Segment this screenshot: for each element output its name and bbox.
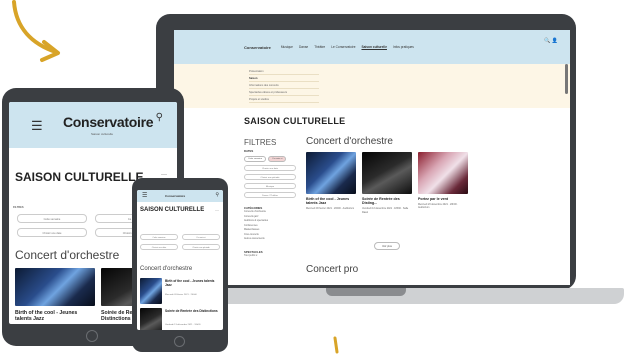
site-logo[interactable]: Conservatoire bbox=[244, 45, 271, 50]
tablet-logo-sub: Saison culturelle bbox=[91, 132, 114, 136]
event-title[interactable]: Soirée de Rentrée des Disting... bbox=[362, 197, 412, 205]
chip-this-month[interactable]: Ce mois-ci bbox=[268, 156, 287, 162]
dropdown-item[interactable]: Projets et studios bbox=[249, 96, 319, 103]
dropdown-item[interactable]: Spectacles élèves et professeurs bbox=[249, 89, 319, 96]
event-meta: Vendredi 13 décembre 2021 · 18h30 · Sall… bbox=[362, 207, 409, 214]
event-image bbox=[306, 152, 356, 194]
event-title[interactable]: Portez par le vent bbox=[418, 197, 468, 201]
event-image[interactable] bbox=[140, 278, 162, 304]
page-title: SAISON CULTURELLE bbox=[244, 116, 346, 126]
event-image[interactable] bbox=[15, 268, 95, 306]
category-item[interactable]: Autres événements bbox=[244, 237, 296, 242]
section-title-2: Concert pro bbox=[306, 264, 359, 275]
filter-pill[interactable]: Ce mois-ci bbox=[182, 234, 220, 240]
hamburger-icon[interactable]: ☰ bbox=[142, 192, 147, 199]
event-title[interactable]: Birth of the cool - Jeunes talents Jazz bbox=[306, 197, 356, 205]
hamburger-icon[interactable]: ☰ bbox=[31, 118, 43, 134]
curved-arrow-icon bbox=[12, 0, 60, 62]
phone-logo[interactable]: Conservatoire bbox=[165, 194, 185, 198]
event-title[interactable]: Birth of the cool - Jeunes talents Jazz bbox=[15, 310, 95, 322]
nav-item-theatre[interactable]: Théâtre bbox=[314, 45, 325, 49]
header-tools[interactable]: 🔍 👤 bbox=[544, 38, 558, 44]
tablet-header: ☰ Conservatoire Saison culturelle ⚲ bbox=[9, 102, 177, 148]
event-card[interactable]: Soirée de Rentrée des Disting... Vendred… bbox=[362, 152, 412, 214]
phone-page-title: SAISON CULTURELLE bbox=[140, 207, 205, 213]
event-meta: Mercredi 03 février 2021 · 20h00 · Audit… bbox=[306, 207, 355, 211]
dropdown-item[interactable]: Présentation bbox=[249, 68, 319, 75]
filter-pill[interactable]: Choisir une date bbox=[140, 244, 178, 250]
laptop-screen: Conservatoire Musique Danse Théâtre Le C… bbox=[174, 30, 570, 285]
event-card[interactable]: Birth of the cool - Jeunes talents Jazz … bbox=[306, 152, 356, 214]
phone-frame: ☰ Conservatoire ⚲ SAISON CULTURELLE — Ce… bbox=[132, 178, 228, 352]
filter-pill[interactable]: Cette semaine bbox=[140, 234, 178, 240]
event-image[interactable] bbox=[140, 308, 162, 330]
filter-pill[interactable]: Cette semaine bbox=[17, 214, 87, 223]
search-icon[interactable]: ⚲ bbox=[215, 192, 219, 198]
event-title[interactable]: Birth of the cool - Jeunes talents Jazz bbox=[165, 279, 219, 288]
event-meta: Vendredi 13 décembre 2021 · 18h30 bbox=[165, 324, 201, 326]
nav-item-danse[interactable]: Danse bbox=[299, 45, 308, 49]
filter-pill[interactable]: Choisir une date bbox=[244, 165, 296, 171]
home-button[interactable] bbox=[174, 336, 185, 347]
chip-this-week[interactable]: Cette semaine bbox=[244, 156, 267, 162]
nav-item-conservatoire[interactable]: Le Conservatoire bbox=[331, 45, 355, 49]
nav-dropdown: Présentation Saison Informations des con… bbox=[174, 64, 570, 108]
dates-label: DATES bbox=[244, 149, 254, 153]
tablet-section-title: Concert d'orchestre bbox=[15, 248, 120, 262]
filter-pill[interactable]: Choisir une date bbox=[17, 228, 87, 237]
filter-pill[interactable]: Musique bbox=[244, 183, 296, 189]
chevron-down-icon[interactable]: — bbox=[215, 207, 219, 212]
nav-item-infos[interactable]: Infos pratiques bbox=[393, 45, 414, 49]
phone-screen: ☰ Conservatoire ⚲ SAISON CULTURELLE — Ce… bbox=[137, 190, 223, 330]
tablet-filter-label: FILTRES bbox=[13, 206, 24, 209]
scrollbar[interactable] bbox=[565, 64, 568, 94]
home-button[interactable] bbox=[86, 330, 98, 342]
search-icon[interactable]: ⚲ bbox=[156, 112, 163, 123]
tablet-page-title: SAISON CULTURELLE bbox=[15, 170, 144, 184]
event-image bbox=[362, 152, 412, 194]
event-card[interactable]: Portez par le vent Mercredi 23 décembre … bbox=[418, 152, 468, 214]
event-meta: Mercredi 23 décembre 2021 · 20h00 · Audi… bbox=[418, 203, 459, 210]
filters-panel: FILTRES DATES Cette semaine Ce mois-ci C… bbox=[244, 138, 296, 258]
section-title: Concert d'orchestre bbox=[306, 136, 393, 147]
phone-header: ☰ Conservatoire ⚲ bbox=[137, 190, 223, 202]
nav-item-saison[interactable]: Saison culturelle bbox=[361, 45, 387, 49]
event-cards: Birth of the cool - Jeunes talents Jazz … bbox=[306, 152, 468, 214]
filter-pill[interactable]: Danse / Théâtre bbox=[244, 192, 296, 198]
laptop-notch bbox=[326, 288, 406, 296]
dropdown-item[interactable]: Saison bbox=[249, 75, 319, 82]
event-image bbox=[418, 152, 468, 194]
more-button[interactable]: Voir plus bbox=[374, 242, 400, 250]
filter-pill[interactable]: Choisir une période bbox=[244, 174, 296, 180]
accent-stroke-icon bbox=[333, 336, 339, 354]
tablet-logo[interactable]: Conservatoire bbox=[63, 114, 154, 130]
dropdown-item[interactable]: Informations des concerts bbox=[249, 82, 319, 89]
options-select[interactable]: Tout public ▾ bbox=[244, 254, 296, 259]
phone-section-title: Concert d'orchestre bbox=[140, 266, 193, 272]
filter-pill[interactable]: Choisir une période bbox=[182, 244, 220, 250]
site-header: Conservatoire Musique Danse Théâtre Le C… bbox=[174, 30, 570, 64]
nav-item-musique[interactable]: Musique bbox=[281, 45, 293, 49]
event-meta: Mercredi 03 février 2021 · 20h00 bbox=[165, 294, 197, 296]
filters-title: FILTRES bbox=[244, 138, 277, 147]
event-title[interactable]: Soirée de Rentrée des Distinctions bbox=[165, 309, 219, 314]
